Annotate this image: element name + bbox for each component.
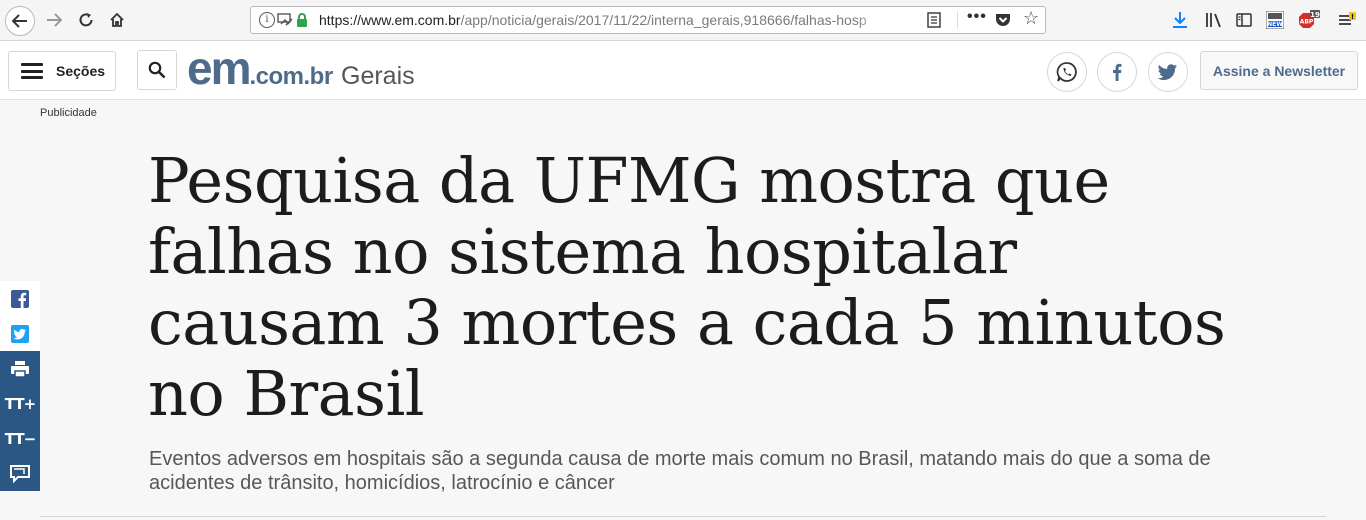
sections-label: Seções	[56, 63, 106, 79]
url-host: https://www.em.com.br	[319, 12, 461, 28]
facebook-icon	[11, 289, 29, 308]
page-actions-icon[interactable]: •••	[967, 8, 987, 26]
reload-button[interactable]	[72, 6, 100, 34]
newsletter-button[interactable]: Assine a Newsletter	[1200, 51, 1358, 90]
side-facebook-button[interactable]	[0, 281, 40, 316]
svg-text:!: !	[1351, 13, 1354, 21]
facebook-share-button[interactable]	[1097, 52, 1137, 92]
side-font-decrease-button[interactable]: TT−	[0, 421, 40, 456]
site-header: Seções em.com.br Gerais Assine a Newslet…	[0, 41, 1366, 100]
article-subheadline: Eventos adversos em hospitais são a segu…	[149, 448, 1211, 494]
forward-button[interactable]	[40, 6, 68, 34]
facebook-icon	[1113, 63, 1122, 81]
adblock-icon[interactable]: ABP 19	[1298, 10, 1320, 30]
forward-arrow-icon	[47, 13, 62, 27]
url-separator	[957, 11, 958, 29]
twitter-icon	[1158, 64, 1177, 80]
address-bar[interactable]: i https://www.em.com.br/app/noticia/gera…	[250, 6, 1046, 34]
url-text[interactable]: https://www.em.com.br/app/noticia/gerais…	[319, 12, 894, 28]
article-headline: Pesquisa da UFMG mostra que falhas no si…	[148, 144, 1226, 430]
search-icon	[148, 61, 166, 79]
menu-icon	[21, 63, 43, 79]
library-icon[interactable]	[1205, 10, 1223, 30]
url-path: /app/noticia/gerais/2017/11/22/interna_g…	[460, 12, 867, 28]
adblock-count: 19	[1310, 11, 1320, 19]
side-twitter-button[interactable]	[0, 316, 40, 351]
back-button[interactable]	[5, 6, 35, 36]
browser-toolbar: i https://www.em.com.br/app/noticia/gera…	[0, 0, 1366, 41]
side-share-bar: TT+ TT−	[0, 281, 40, 491]
twitter-icon	[11, 324, 29, 343]
whatsapp-share-button[interactable]	[1047, 52, 1087, 92]
pocket-icon[interactable]	[995, 13, 1011, 27]
comments-icon	[10, 464, 30, 483]
print-icon	[11, 360, 29, 378]
sections-button[interactable]: Seções	[8, 51, 116, 91]
hamburger-menu-icon[interactable]: !	[1338, 10, 1356, 30]
side-comments-button[interactable]	[0, 456, 40, 491]
permissions-icon[interactable]	[277, 11, 293, 30]
section-name[interactable]: Gerais	[341, 62, 415, 90]
back-arrow-icon	[12, 14, 27, 28]
bookmark-star-icon[interactable]: ☆	[1023, 8, 1039, 29]
news-icon[interactable]: NEW	[1266, 10, 1284, 30]
side-print-button[interactable]	[0, 351, 40, 386]
side-font-increase-button[interactable]: TT+	[0, 386, 40, 421]
sidebar-icon[interactable]	[1236, 10, 1252, 30]
svg-text:ABP: ABP	[1300, 19, 1314, 26]
site-logo[interactable]: em.com.br	[187, 45, 333, 91]
home-button[interactable]	[103, 6, 131, 34]
ad-label: Publicidade	[40, 107, 97, 119]
twitter-share-button[interactable]	[1148, 52, 1188, 92]
whatsapp-icon	[1056, 62, 1077, 82]
logo-em: em	[187, 42, 252, 94]
reload-icon	[79, 13, 93, 27]
logo-domain: .com.br	[249, 63, 333, 90]
svg-text:NEW: NEW	[1267, 21, 1283, 28]
info-icon[interactable]: i	[259, 12, 275, 28]
search-button[interactable]	[137, 50, 177, 90]
lock-icon[interactable]	[296, 13, 308, 27]
download-icon[interactable]	[1172, 10, 1188, 30]
reader-view-icon[interactable]	[927, 12, 941, 28]
font-increase-icon: TT+	[4, 394, 36, 413]
home-icon	[110, 12, 124, 27]
divider	[40, 516, 1326, 517]
font-decrease-icon: TT−	[4, 429, 36, 448]
